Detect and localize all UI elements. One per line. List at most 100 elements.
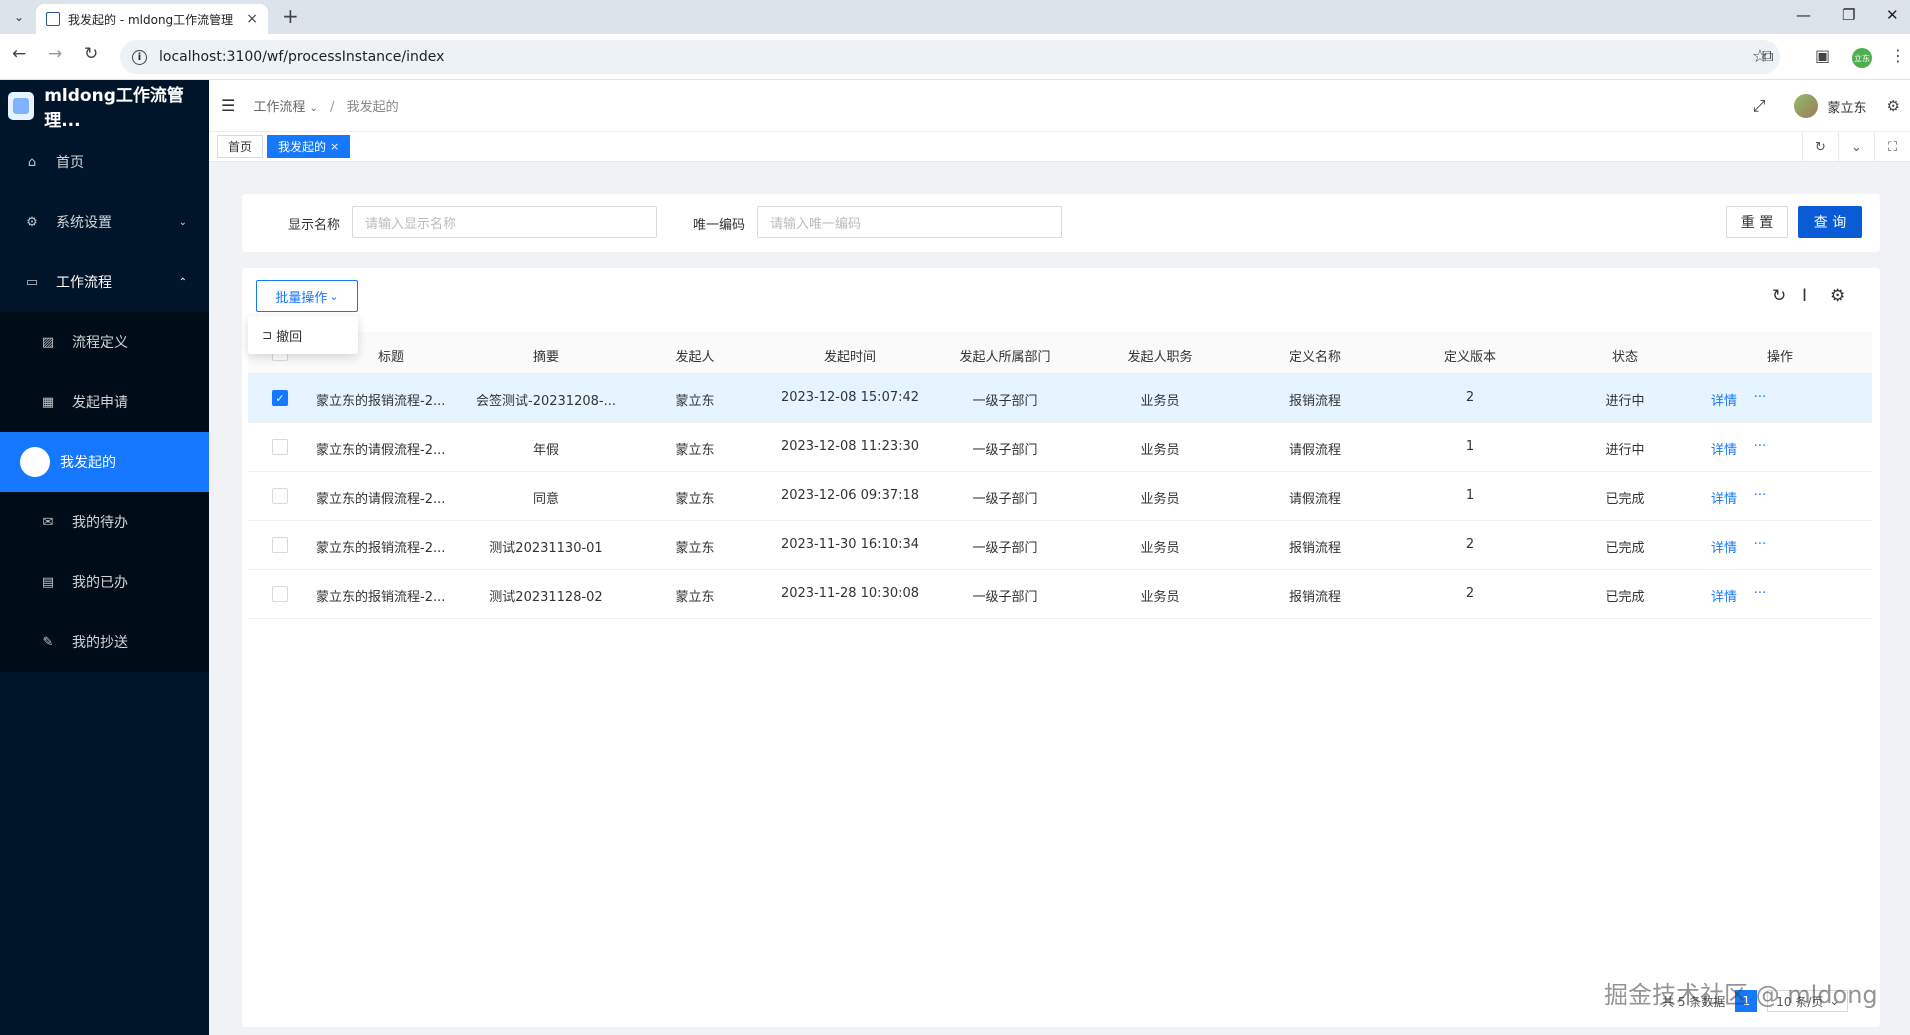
detail-link[interactable]: 详情 [1711,390,1737,409]
row-checkbox[interactable] [272,439,288,455]
sidebar-item-start-apply[interactable]: ▦ 发起申请 [0,372,209,432]
sidebar-item-label: 我发起的 [60,455,116,471]
reload-icon[interactable]: ↻ [84,44,98,64]
fold-content-icon[interactable]: ⛶ [1874,132,1910,162]
extensions-icon[interactable]: ⧉ [1762,46,1773,66]
undo-icon: ⊐ [262,328,273,342]
forward-icon[interactable]: → [48,44,62,64]
column-header[interactable]: 定义名称 [1289,346,1341,365]
site-info-icon[interactable]: i [132,49,147,65]
refresh-icon[interactable]: ↻ [1772,286,1786,306]
username[interactable]: 蒙立东 [1828,97,1867,116]
gear-icon[interactable]: ⚙ [1887,97,1900,115]
tag-home[interactable]: 首页 [217,135,264,158]
cell-def-name: 请假流程 [1288,443,1342,458]
batch-dropdown-menu: ⊐ 撤回 [248,316,358,354]
detail-link[interactable]: 详情 [1711,537,1737,556]
row-checkbox[interactable] [272,586,288,602]
back-icon[interactable]: ← [12,44,26,64]
row-checkbox[interactable] [272,537,288,553]
cell-status: 已完成 [1605,541,1645,556]
cell-title: 蒙立东的报销流程-2... [316,590,446,605]
name-input[interactable]: 请输入显示名称 [352,206,657,238]
query-button[interactable]: 查 询 [1798,206,1862,238]
table-row[interactable]: 蒙立东的报销流程-2... 测试20231128-02 蒙立东 2023-11-28 … [248,570,1872,619]
column-header[interactable]: 发起时间 [824,346,876,365]
cell-time: 2023-12-06 09:37:18 [780,488,920,503]
cell-summary: 同意 [532,492,560,507]
chevron-down-icon[interactable]: ⌄ [1838,132,1874,162]
cell-def-name: 报销流程 [1288,541,1342,556]
cell-status: 已完成 [1605,492,1645,507]
sidebar-item-my-cc[interactable]: ✎ 我的抄送 [0,612,209,672]
column-height-icon[interactable]: Ⅰ [1802,286,1807,306]
restore-icon[interactable]: ❐ [1842,6,1855,24]
cell-title: 蒙立东的请假流程-2... [316,443,446,458]
table-row[interactable]: 蒙立东的请假流程-2... 年假 蒙立东 2023-12-08 11:23:30 一级子… [248,423,1872,472]
sidepanel-icon[interactable]: ▣ [1815,46,1830,65]
url-field[interactable]: i localhost:3100/wf/processInstance/inde… [120,40,1780,74]
cell-version: 1 [1465,439,1475,454]
sidebar-item-my-started[interactable]: 我发起的 [0,432,209,492]
fullscreen-icon[interactable]: ⤢ [1753,96,1766,116]
name-label: 显示名称 [288,218,341,233]
batch-actions-button[interactable]: 批量操作 ⌄ [256,280,358,312]
tag-my-started[interactable]: 我发起的 × [267,135,351,158]
app-logo[interactable]: mldong工作流管理... [0,80,209,132]
cell-status: 进行中 [1605,443,1645,458]
sidebar-item-home[interactable]: ⌂ 首页 [0,132,209,192]
address-bar: ← → ↻ i localhost:3100/wf/processInstanc… [0,34,1910,80]
row-checkbox[interactable] [272,488,288,504]
column-header[interactable]: 发起人 [675,346,714,365]
column-header[interactable]: 标题 [378,346,404,365]
reset-button[interactable]: 重 置 [1726,206,1788,238]
detail-link[interactable]: 详情 [1711,439,1737,458]
browser-menu-icon[interactable]: ⋮ [1890,46,1906,65]
column-header[interactable]: 摘要 [533,346,559,365]
column-header[interactable]: 发起人所属部门 [959,346,1050,365]
dropdown-item-withdraw[interactable]: 撤回 [276,326,302,345]
close-icon[interactable]: × [330,140,339,153]
cell-version: 1 [1465,488,1475,503]
sidebar-item-process-definition[interactable]: ▨ 流程定义 [0,312,209,372]
table-row[interactable]: ✓ 蒙立东的报销流程-2... 会签测试-20231208-... 蒙立东 2023-1… [248,374,1872,423]
sidebar-item-system-settings[interactable]: ⚙ 系统设置 ⌄ [0,192,209,252]
code-input[interactable]: 请输入唯一编码 [757,206,1062,238]
menu-fold-icon[interactable]: ☰ [221,96,235,115]
breadcrumb: 工作流程 ⌄ / 我发起的 [253,96,398,115]
workflow-submenu: ▨ 流程定义 ▦ 发起申请 我发起的 ✉ 我的待办 ▤ 我的已办 ✎ 我的抄送 [0,312,209,672]
browser-tab[interactable]: 我发起的 - mldong工作流管理 × [36,4,268,34]
table-row[interactable]: 蒙立东的报销流程-2... 测试20231130-01 蒙立东 2023-11-30 … [248,521,1872,570]
avatar[interactable] [1793,94,1818,118]
close-window-icon[interactable]: ✕ [1886,6,1899,24]
more-actions-icon[interactable]: ··· [1754,537,1766,552]
column-header[interactable]: 发起人职务 [1127,346,1192,365]
more-actions-icon[interactable]: ··· [1754,439,1766,454]
detail-link[interactable]: 详情 [1711,488,1737,507]
column-settings-icon[interactable]: ⚙ [1830,286,1845,306]
profile-avatar[interactable]: 立东 [1852,48,1872,68]
row-checkbox[interactable]: ✓ [272,390,288,406]
sidebar-item-my-todo[interactable]: ✉ 我的待办 [0,492,209,552]
sidebar-item-workflow[interactable]: ▭ 工作流程 ⌃ [0,252,209,312]
sidebar-item-label: 工作流程 [56,275,112,291]
sidebar-item-label: 发起申请 [72,395,128,411]
more-actions-icon[interactable]: ··· [1754,390,1766,405]
breadcrumb-item[interactable]: 工作流程 [253,100,305,115]
refresh-tab-icon[interactable]: ↻ [1802,132,1838,162]
more-actions-icon[interactable]: ··· [1754,488,1766,503]
more-actions-icon[interactable]: ··· [1754,586,1766,601]
new-tab-icon[interactable]: + [282,4,299,28]
minimize-icon[interactable]: — [1796,6,1811,24]
detail-link[interactable]: 详情 [1711,586,1737,605]
tab-search-icon[interactable]: ⌄ [8,6,30,28]
logo-icon [8,92,35,120]
table-row[interactable]: 蒙立东的请假流程-2... 同意 蒙立东 2023-12-06 09:37:18 一级子… [248,472,1872,521]
tags-bar: 首页 我发起的 × ↻ ⌄ ⛶ [209,132,1910,162]
column-header[interactable]: 状态 [1612,346,1638,365]
close-tab-icon[interactable]: × [246,11,258,27]
column-header[interactable]: 操作 [1767,346,1793,365]
cell-dept: 一级子部门 [972,443,1038,458]
column-header[interactable]: 定义版本 [1444,346,1496,365]
sidebar-item-my-done[interactable]: ▤ 我的已办 [0,552,209,612]
